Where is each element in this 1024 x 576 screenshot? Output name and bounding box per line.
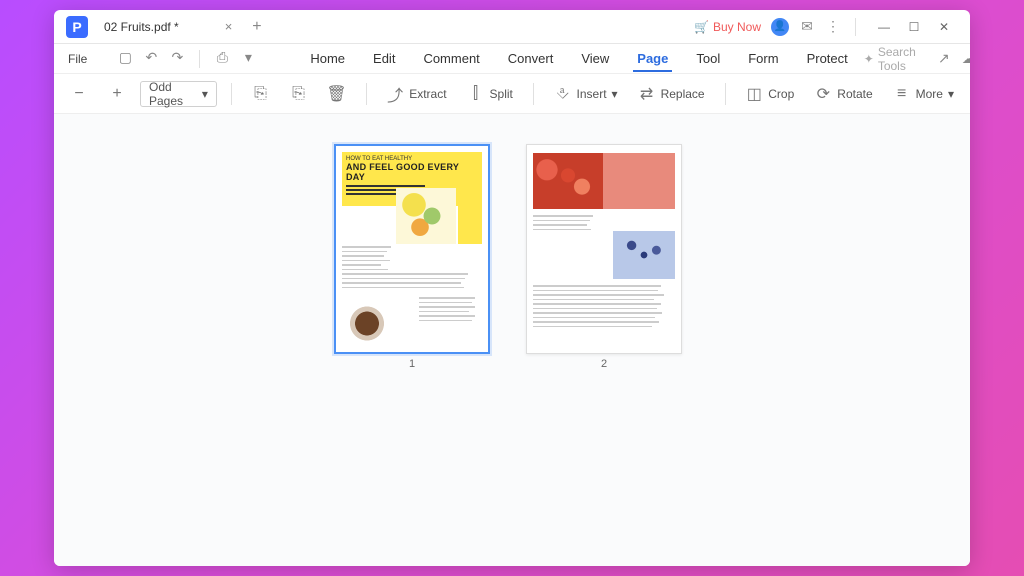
- page1-sidebar: [458, 188, 482, 244]
- page-number: 2: [601, 358, 607, 370]
- split-label: Split: [490, 87, 513, 101]
- page1-body-text: [342, 246, 482, 346]
- tab-convert[interactable]: Convert: [496, 47, 566, 70]
- insert-label: Insert: [577, 87, 607, 101]
- print-icon[interactable]: ⎙: [214, 50, 230, 66]
- document-tab[interactable]: 02 Fruits.pdf * ×: [94, 12, 242, 42]
- rotate-icon: ⟳: [814, 85, 832, 103]
- notification-icon[interactable]: ✉: [799, 19, 815, 35]
- chevron-down-icon: ▾: [612, 87, 618, 101]
- insert-dropdown[interactable]: ⎀ Insert ▾: [548, 81, 624, 107]
- buy-now-link[interactable]: 🛒 Buy Now: [694, 20, 761, 34]
- share-icon[interactable]: ↗: [938, 51, 950, 67]
- undo-icon[interactable]: ↶: [143, 50, 159, 66]
- zoom-in-button[interactable]: +: [102, 81, 132, 107]
- page-thumbnail[interactable]: HOW TO EAT HEALTHY AND FEEL GOOD EVERY D…: [334, 144, 490, 566]
- crop-button[interactable]: ◫ Crop: [739, 81, 800, 107]
- page2-color-band: [603, 153, 675, 209]
- file-menu[interactable]: File: [62, 52, 93, 66]
- page-thumbnail[interactable]: 2: [526, 144, 682, 566]
- zoom-out-button[interactable]: −: [64, 81, 94, 107]
- buy-now-label: Buy Now: [713, 20, 761, 34]
- page2-blueberries-image: [613, 231, 675, 279]
- maximize-button[interactable]: ☐: [900, 15, 928, 39]
- extract-icon: ⤴: [386, 85, 404, 103]
- page-add-icon: ⎘: [252, 85, 270, 103]
- app-window: P 02 Fruits.pdf * × + 🛒 Buy Now 👤 ✉ ⋮ — …: [54, 10, 970, 566]
- page1-citrus-image: [396, 188, 456, 244]
- insert-icon: ⎀: [554, 85, 572, 103]
- duplicate-page-button[interactable]: ⎘: [284, 81, 314, 107]
- crop-icon: ◫: [745, 85, 763, 103]
- trash-icon: 🗑: [328, 85, 346, 103]
- cloud-icon[interactable]: ☁: [962, 51, 970, 67]
- separator: [725, 83, 726, 105]
- separator: [533, 83, 534, 105]
- page-frame-2[interactable]: [526, 144, 682, 354]
- separator: [855, 18, 856, 36]
- more-dropdown[interactable]: ≡ More ▾: [887, 81, 960, 107]
- search-tools-label: Search Tools: [878, 45, 926, 73]
- tab-home[interactable]: Home: [298, 47, 357, 70]
- extract-button[interactable]: ⤴ Extract: [380, 81, 452, 107]
- menu-bar: File ▢ ↶ ↷ ⎙ ▾ Home Edit Comment Convert…: [54, 44, 970, 74]
- page-toolbar: − + Odd Pages ▾ ⎘ ⎘ 🗑 ⤴ Extract ⫿ Split ⎀ I…: [54, 74, 970, 114]
- tab-comment[interactable]: Comment: [411, 47, 491, 70]
- sparkle-icon: ✦: [864, 52, 874, 66]
- dropdown-value: Odd Pages: [149, 80, 202, 108]
- rotate-label: Rotate: [837, 87, 872, 101]
- tab-title: 02 Fruits.pdf *: [104, 20, 179, 34]
- page-frame-1[interactable]: HOW TO EAT HEALTHY AND FEEL GOOD EVERY D…: [334, 144, 490, 354]
- tab-view[interactable]: View: [569, 47, 621, 70]
- redo-icon[interactable]: ↷: [169, 50, 185, 66]
- add-tab-button[interactable]: +: [242, 18, 271, 36]
- replace-icon: ⇄: [638, 85, 656, 103]
- dropdown-icon[interactable]: ▾: [240, 50, 256, 66]
- tab-tool[interactable]: Tool: [684, 47, 732, 70]
- cart-icon: 🛒: [694, 20, 709, 34]
- tab-form[interactable]: Form: [736, 47, 790, 70]
- page-grid: HOW TO EAT HEALTHY AND FEEL GOOD EVERY D…: [54, 114, 970, 566]
- user-avatar[interactable]: 👤: [771, 18, 789, 36]
- tab-page[interactable]: Page: [625, 47, 680, 70]
- title-right-controls: 🛒 Buy Now 👤 ✉ ⋮ — ☐ ✕: [694, 15, 964, 39]
- close-tab-icon[interactable]: ×: [225, 19, 233, 34]
- minus-icon: −: [70, 85, 88, 103]
- more-label: More: [916, 87, 943, 101]
- crop-label: Crop: [768, 87, 794, 101]
- replace-button[interactable]: ⇄ Replace: [632, 81, 711, 107]
- close-window-button[interactable]: ✕: [930, 15, 958, 39]
- delete-page-button[interactable]: 🗑: [322, 81, 352, 107]
- page-filter-dropdown[interactable]: Odd Pages ▾: [140, 81, 217, 107]
- page1-coffee-image: [342, 301, 392, 346]
- page2-oranges-image: [533, 153, 603, 209]
- extract-label: Extract: [409, 87, 446, 101]
- search-tools[interactable]: ✦ Search Tools: [864, 45, 926, 73]
- plus-icon: +: [108, 85, 126, 103]
- separator: [199, 50, 200, 68]
- split-icon: ⫿: [467, 85, 485, 103]
- kebab-menu-icon[interactable]: ⋮: [825, 19, 841, 35]
- menu-tabs: Home Edit Comment Convert View Page Tool…: [298, 47, 859, 70]
- minimize-button[interactable]: —: [870, 15, 898, 39]
- chevron-down-icon: ▾: [202, 87, 208, 101]
- app-logo[interactable]: P: [66, 16, 88, 38]
- tab-edit[interactable]: Edit: [361, 47, 407, 70]
- insert-page-button[interactable]: ⎘: [246, 81, 276, 107]
- page-copy-icon: ⎘: [290, 85, 308, 103]
- chevron-down-icon: ▾: [948, 87, 954, 101]
- tab-protect[interactable]: Protect: [795, 47, 860, 70]
- replace-label: Replace: [661, 87, 705, 101]
- menu-icon: ≡: [893, 85, 911, 103]
- save-icon[interactable]: ▢: [117, 50, 133, 66]
- separator: [366, 83, 367, 105]
- split-button[interactable]: ⫿ Split: [461, 81, 519, 107]
- separator: [231, 83, 232, 105]
- page1-title: AND FEEL GOOD EVERY DAY: [346, 162, 478, 182]
- rotate-button[interactable]: ⟳ Rotate: [808, 81, 878, 107]
- title-bar: P 02 Fruits.pdf * × + 🛒 Buy Now 👤 ✉ ⋮ — …: [54, 10, 970, 44]
- page-number: 1: [409, 358, 415, 370]
- page2-text-bottom: [533, 285, 675, 330]
